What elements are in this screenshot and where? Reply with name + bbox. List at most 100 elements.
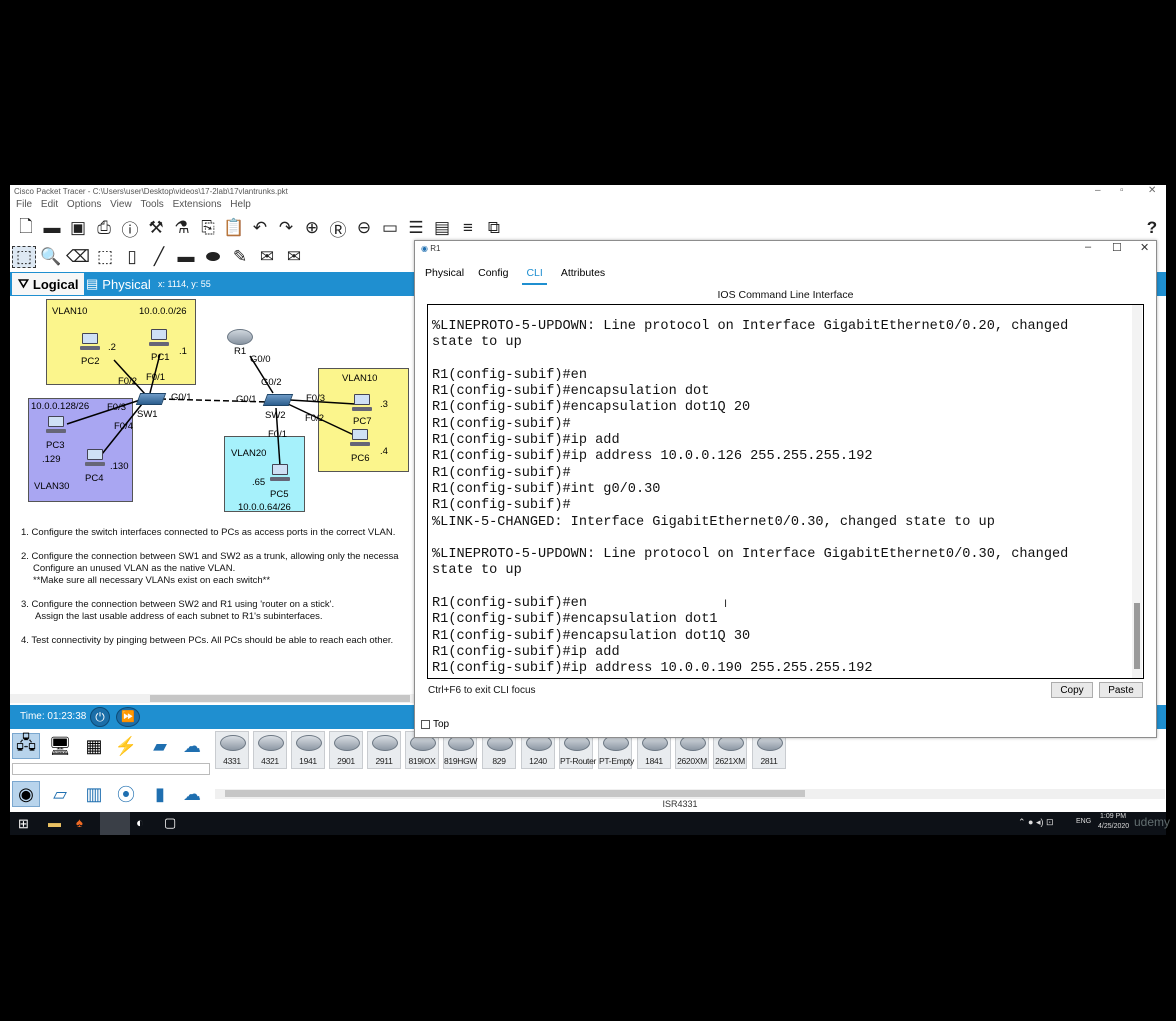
copy-button[interactable]: Copy [1051,682,1093,698]
menu-view[interactable]: View [110,199,132,210]
device-model-0[interactable]: 4331 [215,731,249,769]
tab-cli[interactable]: CLI [522,267,547,285]
custom-devices-icon[interactable]: ☰ [404,217,428,239]
canvas-hscroll-thumb[interactable] [150,695,410,702]
logical-canvas[interactable]: VLAN10 10.0.0.0/26 PC2 .2 PC1 .1 F0/2 F0… [10,296,415,696]
power-cycle-icon[interactable]: ⏻ [90,707,110,727]
r1-minimize-icon[interactable]: – [1085,241,1091,253]
pc7-icon[interactable] [352,394,372,412]
pc3-icon[interactable] [46,416,66,434]
simple-pdu-icon[interactable]: ✉ [255,246,279,268]
menu-tools[interactable]: Tools [140,199,163,210]
physical-tab[interactable]: ▤ Physical [86,276,151,292]
print-icon[interactable]: ⎙ [92,217,116,239]
viewport-icon[interactable]: ▤ [430,217,454,239]
network-wizard-icon[interactable]: ⚒ [144,217,168,239]
select-icon[interactable]: ⬚ [12,246,36,268]
wan-emulation-icon[interactable]: ☁ [178,781,206,807]
notes-taskbar-icon[interactable]: ▢ [164,815,176,831]
complex-pdu-icon[interactable]: ✉ [282,246,306,268]
tray-icons[interactable]: ⌃ ● ◂) ⊡ [1018,817,1054,828]
cli-output[interactable]: %LINEPROTO-5-UPDOWN: Line protocol on In… [432,319,1068,678]
device-model-1[interactable]: 4321 [253,731,287,769]
tab-config[interactable]: Config [478,267,508,285]
ipc-icon[interactable]: ≡ [456,217,480,239]
start-icon[interactable]: ⊞ [18,816,29,832]
freeform-icon[interactable]: ✎ [228,246,252,268]
line-icon[interactable]: ╱ [147,246,171,268]
menu-help[interactable]: Help [230,199,251,210]
zoom-reset-icon[interactable]: Ⓡ [326,217,350,240]
paste-button[interactable]: Paste [1099,682,1143,698]
multiuser-icon[interactable]: ☁ [178,733,206,759]
note-icon[interactable]: ▯ [120,246,144,268]
switches-icon[interactable]: ▱ [46,781,74,807]
delete-icon[interactable]: ⌫ [66,246,90,268]
r1-close-icon[interactable]: ✕ [1140,241,1149,254]
wireless-icon[interactable]: ⦿ [112,781,140,807]
drawing-palette-icon[interactable]: ▭ [378,217,402,239]
device-list-scroll-thumb[interactable] [225,790,805,797]
cli-terminal[interactable]: %LINEPROTO-5-UPDOWN: Line protocol on In… [427,304,1144,679]
ellipse-icon[interactable]: ⬬ [201,246,225,268]
cli-scroll-thumb[interactable] [1134,603,1140,669]
network-devices-icon[interactable]: 🖧 [12,733,40,759]
activity-wizard-icon[interactable]: ⚗ [170,217,194,239]
components-icon[interactable]: ▦ [80,733,108,759]
device-model-3[interactable]: 2901 [329,731,363,769]
r1-icon[interactable] [227,329,253,345]
undo-icon[interactable]: ↶ [248,217,272,239]
packet-tracer-taskbar-icon[interactable] [100,812,130,835]
pc4-icon[interactable] [85,449,105,467]
close-icon[interactable]: ✕ [1148,185,1156,196]
hubs-icon[interactable]: ▥ [80,781,108,807]
resize-icon[interactable]: ⬚ [93,246,117,268]
info-icon[interactable]: ⓘ [118,217,142,240]
file-explorer-icon[interactable]: ▬ [48,815,61,830]
top-checkbox[interactable]: Top [421,719,449,730]
device-model-2[interactable]: 1941 [291,731,325,769]
sw2-icon[interactable] [262,394,294,406]
maximize-icon[interactable]: ▫ [1120,185,1124,196]
rectangle-icon[interactable]: ▬ [174,246,198,268]
menu-extensions[interactable]: Extensions [173,199,222,210]
brave-browser-icon[interactable]: ♠ [76,815,83,830]
tab-physical[interactable]: Physical [425,267,464,285]
paste-icon[interactable]: 📋 [222,217,246,239]
r1-maximize-icon[interactable]: ☐ [1112,241,1122,254]
redo-icon[interactable]: ↷ [274,217,298,239]
new-file-icon[interactable]: 🗋 [14,217,38,239]
device-list-scrollbar[interactable] [215,789,1165,799]
copy-icon[interactable]: ⎘ [196,217,220,239]
sw1-icon[interactable] [135,393,167,405]
menu-options[interactable]: Options [67,199,101,210]
device-model-4[interactable]: 2911 [367,731,401,769]
logical-tab[interactable]: ⛛ Logical [12,273,85,295]
pc1-icon[interactable] [149,329,169,347]
fast-forward-icon[interactable]: ⏩ [116,707,140,727]
save-icon[interactable]: ▣ [66,217,90,239]
misc-icon[interactable]: ▰ [146,733,174,759]
zoom-out-icon[interactable]: ⊖ [352,217,376,239]
routers-icon[interactable]: ◉ [12,781,40,807]
open-folder-icon[interactable]: ▬ [40,217,64,239]
app-taskbar-icon[interactable]: ◐ [136,815,144,830]
end-devices-icon[interactable]: 🖥 [46,733,74,759]
pc2-icon[interactable] [80,333,100,351]
menu-file[interactable]: File [16,199,32,210]
connections-icon[interactable]: ⚡ [112,733,140,759]
device-search-field[interactable] [12,763,210,775]
pc5-icon[interactable] [270,464,290,482]
security-icon[interactable]: ▮ [146,781,174,807]
tab-attributes[interactable]: Attributes [561,267,605,285]
minimize-icon[interactable]: – [1095,185,1101,196]
screenshot-icon[interactable]: ⧉ [482,217,506,239]
top-checkbox-box[interactable] [421,720,430,729]
cli-scrollbar[interactable] [1132,305,1142,678]
help-icon[interactable]: ? [1140,217,1164,239]
menu-edit[interactable]: Edit [41,199,58,210]
canvas-hscrollbar[interactable] [10,694,415,703]
pc6-icon[interactable] [350,429,370,447]
inspect-icon[interactable]: 🔍 [39,246,63,268]
zoom-in-icon[interactable]: ⊕ [300,217,324,239]
